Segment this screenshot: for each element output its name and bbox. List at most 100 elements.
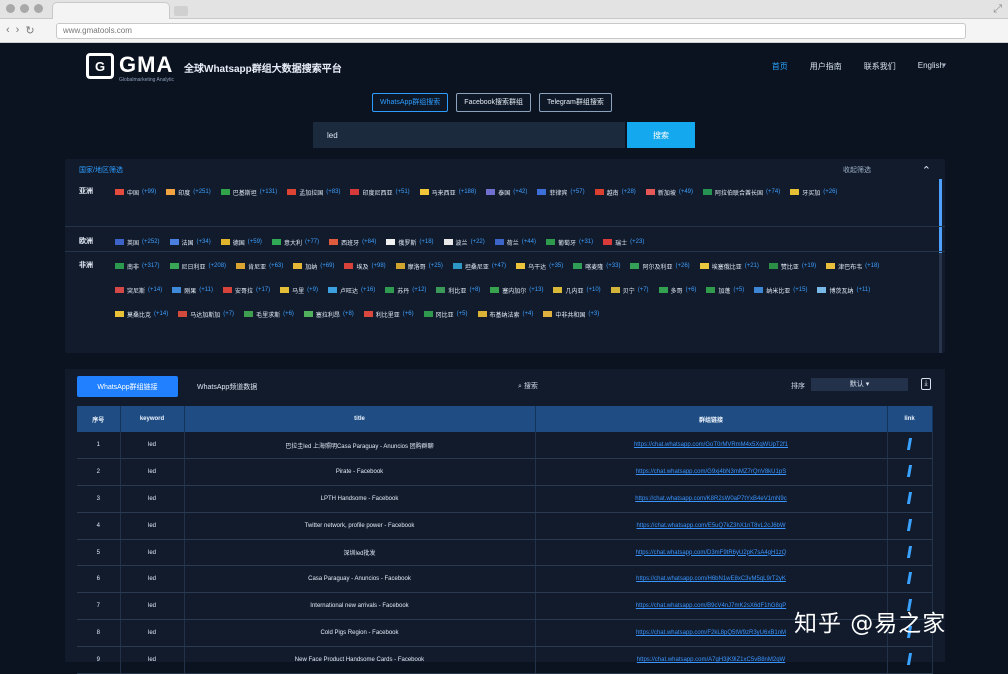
search-input[interactable] [313,122,625,148]
country-filter-item[interactable]: 卢旺达 (+16) [328,284,375,296]
country-filter-item[interactable]: 马来西亚 (+188) [419,186,476,198]
country-filter-item[interactable]: 阿尔及利亚 (+26) [630,260,690,272]
new-tab-button[interactable] [174,6,188,16]
country-filter-item[interactable]: 肯尼亚 (+63) [236,260,283,272]
logo-text[interactable]: GMA [119,52,173,78]
gma-logo-icon[interactable]: G [86,53,114,79]
country-filter-item[interactable]: 摩洛哥 (+25) [395,260,443,272]
country-filter-item[interactable]: 印度 (+251) [166,186,211,198]
country-filter-item[interactable]: 中国 (+99) [115,186,156,198]
country-filter-item[interactable]: 孟加拉国 (+83) [287,186,340,198]
collapse-filter-link[interactable]: 收起筛选 [843,165,871,175]
country-filter-item[interactable]: 塞内加尔 (+13) [490,284,543,296]
country-filter-item[interactable]: 赞比亚 (+19) [768,260,816,272]
tab-facebook-groups[interactable]: Facebook搜索群组 [456,93,532,112]
country-filter-item[interactable]: 安哥拉 (+17) [222,284,270,296]
open-link-cell[interactable] [887,565,933,594]
group-link[interactable]: https://chat.whatsapp.com/G9xj4bN3mMZ7rQ… [636,469,786,475]
country-filter-item[interactable]: 尼日利亚 (+208) [169,260,226,272]
chevron-up-icon[interactable]: ⌃ [922,164,931,177]
country-filter-item[interactable]: 南非 (+317) [115,260,160,272]
open-link-icon[interactable] [906,572,913,585]
window-controls[interactable] [6,4,43,13]
country-filter-item[interactable]: 波兰 (+22) [443,236,485,248]
country-filter-item[interactable]: 荷兰 (+44) [494,236,536,248]
country-filter-item[interactable]: 突尼斯 (+14) [115,284,162,296]
country-filter-item[interactable]: 马里 (+9) [280,284,318,296]
country-filter-item[interactable]: 多哥 (+6) [658,284,696,296]
fullscreen-icon[interactable]: ⤢ [993,3,1002,16]
open-link-icon[interactable] [906,545,913,558]
country-filter-item[interactable]: 津巴布韦 (+18) [826,260,879,272]
country-filter-item[interactable]: 菲律宾 (+57) [537,186,585,198]
country-filter-item[interactable]: 德国 (+59) [220,236,262,248]
country-filter-item[interactable]: 加蓬 (+5) [706,284,744,296]
open-link-cell[interactable] [887,432,933,460]
tab-telegram-groups[interactable]: Telegram群组搜索 [539,93,612,112]
country-filter-item[interactable]: 牙买加 (+26) [790,186,837,198]
country-filter-item[interactable]: 莫桑比克 (+14) [115,308,168,320]
country-filter-item[interactable]: 印度尼西亚 (+51) [350,186,410,198]
browser-tab[interactable] [52,2,170,19]
open-link-icon[interactable] [906,518,913,531]
country-filter-item[interactable]: 瑞士 (+23) [603,236,644,248]
tab-whatsapp-groups[interactable]: WhatsApp群组搜索 [372,93,449,112]
group-link[interactable]: https://chat.whatsapp.com/F2kL8pQ5tW9zR3… [636,630,786,636]
country-filter-item[interactable]: 越南 (+28) [594,186,636,198]
country-filter-item[interactable]: 泰国 (+42) [486,186,527,198]
country-filter-item[interactable]: 埃及 (+98) [344,260,386,272]
open-link-icon[interactable] [906,491,913,504]
sort-select[interactable]: 默认 ▾ [811,378,908,391]
country-filter-item[interactable]: 博茨瓦纳 (+11) [817,284,870,296]
country-filter-item[interactable]: 巴基斯坦 (+131) [220,186,277,198]
country-filter-item[interactable]: 英国 (+252) [115,236,160,248]
country-filter-item[interactable]: 几内亚 (+10) [553,284,601,296]
country-filter-item[interactable]: 苏丹 (+12) [385,284,426,296]
country-filter-item[interactable]: 利比亚 (+8) [436,284,480,296]
open-link-cell[interactable] [887,485,933,513]
country-filter-item[interactable]: 中非共和国 (+3) [543,308,599,320]
open-link-icon[interactable] [906,465,913,478]
country-filter-item[interactable]: 法国 (+34) [169,236,211,248]
country-filter-item[interactable]: 刚果 (+11) [172,284,213,296]
country-filter-item[interactable]: 喀麦隆 (+33) [573,260,620,272]
chevron-down-icon[interactable]: ▾ [942,61,946,69]
country-filter-item[interactable]: 布基纳法索 (+4) [477,308,533,320]
group-link[interactable]: https://chat.whatsapp.com/B9cV4nJ7mK2sX6… [636,603,786,609]
country-filter-item[interactable]: 埃塞俄比亚 (+21) [699,260,759,272]
nav-contact[interactable]: 联系我们 [864,61,896,72]
open-link-cell[interactable] [887,539,933,567]
country-filter-item[interactable]: 纳米比亚 (+15) [754,284,807,296]
country-filter-item[interactable]: 俄罗斯 (+18) [386,236,434,248]
country-filter-item[interactable]: 意大利 (+77) [271,236,319,248]
open-link-icon[interactable] [906,652,913,665]
tab-whatsapp-channels[interactable]: WhatsApp频道数据 [197,382,257,392]
group-link[interactable]: https://chat.whatsapp.com/K8R2sW0aP7tYxB… [635,496,786,502]
country-filter-item[interactable]: 马达加斯加 (+7) [178,308,234,320]
tab-whatsapp-links[interactable]: WhatsApp群组链接 [77,376,178,397]
search-button[interactable]: 搜索 [627,122,695,148]
nav-guide[interactable]: 用户指南 [810,61,842,72]
open-link-icon[interactable] [906,438,913,451]
country-filter-item[interactable]: 葡萄牙 (+31) [545,236,593,248]
browser-nav-buttons[interactable]: ‹ › ↻ [6,24,35,37]
group-link[interactable]: https://chat.whatsapp.com/D3mF9tR6yU2pK7… [636,550,787,556]
country-filter-item[interactable]: 贝宁 (+7) [610,284,649,296]
group-link[interactable]: https://chat.whatsapp.com/E5uQ7kZ3hX1nT8… [636,523,785,529]
group-link[interactable]: https://chat.whatsapp.com/GoT0rMVRmM4x5X… [634,442,788,448]
open-link-cell[interactable] [887,646,933,674]
country-filter-item[interactable]: 坦桑尼亚 (+47) [452,260,506,272]
country-filter-item[interactable]: 塞拉利昂 (+8) [303,308,354,320]
export-icon[interactable]: ⤓ [921,378,931,390]
country-filter-item[interactable]: 利比里亚 (+6) [363,308,414,320]
country-filter-item[interactable]: 乌干达 (+35) [516,260,563,272]
country-filter-item[interactable]: 冈比亚 (+5) [423,308,468,320]
filter-scrollbar-thumb[interactable] [939,179,942,253]
table-search[interactable]: ⌕ 搜索 [518,381,538,391]
country-filter-item[interactable]: 加纳 (+69) [293,260,334,272]
group-link[interactable]: https://chat.whatsapp.com/H6bN1wE8xC3vM5… [636,576,786,582]
nav-language[interactable]: English [918,61,944,72]
address-bar[interactable]: www.gmatools.com [56,23,966,39]
country-filter-item[interactable]: 西班牙 (+84) [329,236,376,248]
nav-home[interactable]: 首页 [772,61,788,72]
